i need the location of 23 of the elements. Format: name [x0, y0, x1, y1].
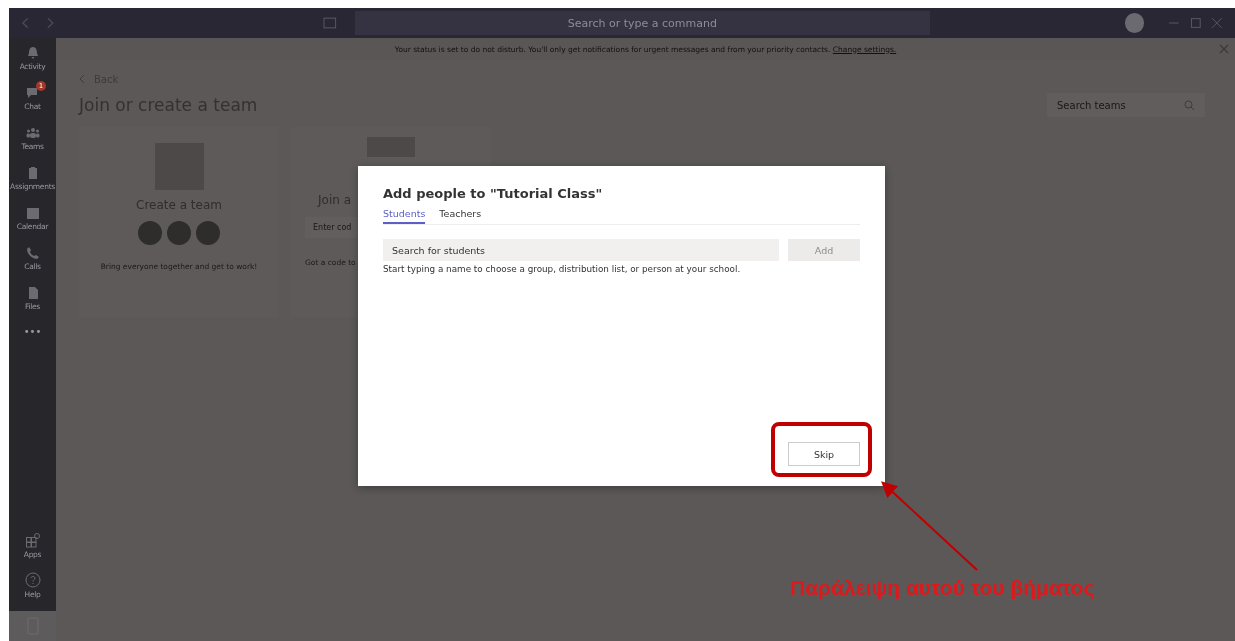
bell-icon [25, 45, 40, 60]
command-search-field[interactable]: Search or type a command [355, 11, 930, 35]
calendar-icon [25, 205, 40, 220]
skip-button[interactable]: Skip [788, 442, 860, 466]
student-search-field[interactable]: Search for students [383, 239, 779, 261]
close-icon[interactable] [1219, 44, 1229, 54]
chat-icon [25, 85, 40, 100]
chevron-left-icon [79, 74, 85, 84]
people-icon [25, 125, 40, 140]
phone-icon [25, 245, 40, 260]
dialog-tab[interactable]: Teachers [439, 208, 482, 224]
maximize-icon[interactable] [1189, 17, 1202, 29]
annotation-caption: Παράλειψη αυτού του βήματος [790, 576, 1095, 600]
device-button[interactable] [9, 611, 56, 641]
avatar-icon[interactable] [1124, 13, 1145, 33]
help-icon [24, 571, 41, 588]
dialog-tab[interactable]: Students [383, 208, 426, 224]
close-icon[interactable] [1211, 17, 1223, 29]
compose-icon[interactable] [323, 17, 337, 29]
apps-grid-icon [24, 531, 41, 548]
search-teams-field[interactable]: Search teams [1047, 93, 1205, 117]
more-apps-button[interactable]: ••• [23, 326, 42, 337]
search-icon [1184, 100, 1195, 111]
